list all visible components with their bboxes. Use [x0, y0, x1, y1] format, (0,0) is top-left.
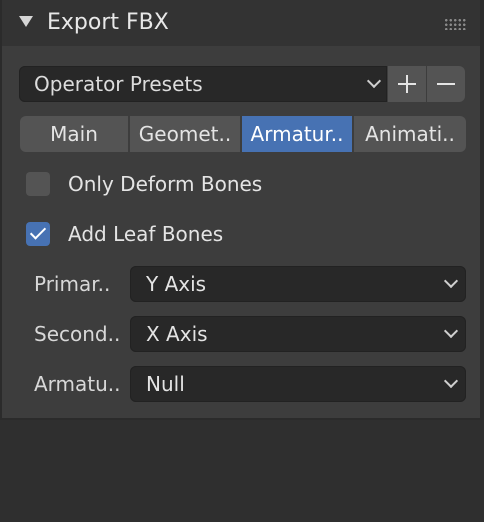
settings-tabs: Main Geomet.. Armatur.. Animati.. [20, 116, 466, 152]
chevron-down-icon [366, 73, 382, 89]
primary-bone-axis-dropdown[interactable]: Y Axis [130, 266, 466, 302]
add-leaf-bones-checkbox[interactable] [26, 222, 50, 246]
panel-title: Export FBX [47, 10, 169, 35]
remove-preset-button[interactable] [427, 66, 465, 102]
add-leaf-bones-label[interactable]: Add Leaf Bones [68, 220, 223, 248]
secondary-bone-axis-dropdown[interactable]: X Axis [130, 316, 466, 352]
armature-node-type-label: Armatu.. [34, 372, 121, 396]
chevron-down-icon [443, 273, 459, 289]
tab-main[interactable]: Main [20, 116, 128, 152]
chevron-down-icon [443, 373, 459, 389]
secondary-bone-axis-value: X Axis [146, 322, 208, 346]
checkmark-icon [29, 223, 47, 240]
primary-bone-axis-value: Y Axis [146, 272, 207, 296]
primary-bone-axis-label: Primar.. [34, 272, 111, 296]
only-deform-bones-label[interactable]: Only Deform Bones [68, 170, 262, 198]
chevron-down-icon [443, 323, 459, 339]
armature-node-type-value: Null [146, 372, 185, 396]
only-deform-bones-checkbox[interactable] [26, 172, 50, 196]
minus-icon [437, 83, 455, 85]
plus-icon [406, 75, 408, 93]
armature-node-type-dropdown[interactable]: Null [130, 366, 466, 402]
tab-armature[interactable]: Armatur.. [242, 116, 352, 152]
collapse-triangle-icon[interactable] [19, 16, 33, 27]
panel-header[interactable]: Export FBX [2, 0, 480, 46]
tab-geometry[interactable]: Geomet.. [130, 116, 240, 152]
secondary-bone-axis-label: Second.. [34, 322, 121, 346]
operator-presets-dropdown[interactable]: Operator Presets [19, 66, 387, 102]
add-preset-button[interactable] [388, 66, 426, 102]
drag-grip-icon[interactable] [444, 18, 466, 30]
operator-presets-label: Operator Presets [34, 72, 203, 96]
tab-animation[interactable]: Animati.. [354, 116, 466, 152]
export-fbx-panel: Export FBX [2, 0, 480, 418]
empty-region [0, 420, 484, 522]
